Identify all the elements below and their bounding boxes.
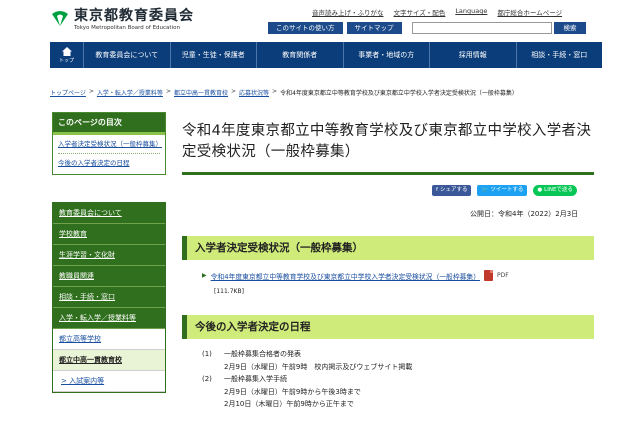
schedule-text: 一般枠募集入学手続: [224, 375, 287, 383]
title-underline: [182, 172, 594, 175]
page-title: 令和4年度東京都立中等教育学校及び東京都立中学校入学者決定受検状況（一般枠募集）: [182, 123, 592, 160]
site-header: 東京都教育委員会 Tokyo Metropolitan Board of Edu…: [0, 0, 640, 42]
nav-recruit[interactable]: 採用情報: [430, 42, 517, 68]
breadcrumb-link-applications[interactable]: 応募状況等: [239, 88, 269, 97]
sidebar-item-high-school[interactable]: 都立高等学校: [53, 329, 165, 350]
nav-home-label: トップ: [58, 57, 74, 64]
search-button[interactable]: 検索: [554, 22, 586, 34]
toplink-font-size[interactable]: 文字サイズ・配色: [394, 7, 446, 17]
home-icon: [61, 46, 72, 56]
section-heading-status: 入学者決定受検状況（一般枠募集）: [182, 236, 594, 260]
section-heading-schedule: 今後の入学者決定の日程: [182, 315, 594, 339]
page-toc: このページの目次 入学者決定受検状況（一般枠募集） 今後の入学者決定の日程: [52, 112, 166, 175]
site-logo[interactable]: 東京都教育委員会 Tokyo Metropolitan Board of Edu…: [50, 8, 194, 32]
nav-consult[interactable]: 相談・手続・窓口: [517, 42, 603, 68]
breadcrumb-separator: >: [230, 88, 237, 95]
twitter-icon: 🐦: [481, 187, 489, 193]
search-input[interactable]: [412, 22, 552, 34]
schedule-row: 2月10日（木曜日）午前9時から正午まで: [202, 398, 412, 411]
facebook-share-button[interactable]: f シェアする: [432, 185, 472, 196]
share-buttons: f シェアする 🐦 ツイートする ● LINEで送る: [432, 185, 577, 196]
twitter-share-button[interactable]: 🐦 ツイートする: [477, 185, 528, 196]
schedule-num: (1): [202, 350, 212, 358]
toplink-language[interactable]: Language: [455, 7, 487, 17]
schedule-text: 2月9日（水曜日）午前9時から午後3時まで: [224, 387, 361, 396]
schedule-text: 一般枠募集合格者の発表: [224, 350, 301, 358]
toplink-tocho[interactable]: 都庁総合ホームページ: [497, 7, 562, 17]
schedule-text: 2月10日（木曜日）午前9時から正午まで: [224, 400, 354, 408]
breadcrumb-current: 令和4年度東京都立中等教育学校及び東京都立中学校入学者決定受検状況（一般枠募集）: [280, 90, 518, 97]
sidebar-item-chuko-current[interactable]: 都立中高一貫教育校: [53, 350, 165, 371]
schedule-row: 2月9日（水曜日）午前9時 校内掲示及びウェブサイト掲載: [202, 361, 412, 374]
top-links: 音声読み上げ・ふりがな 文字サイズ・配色 Language 都庁総合ホームページ: [312, 7, 562, 17]
breadcrumb-link-admission[interactable]: 入学・転入学／授業料等: [97, 88, 163, 97]
toplink-voice[interactable]: 音声読み上げ・ふりがな: [312, 7, 384, 17]
sidebar-item-admission[interactable]: 入学・転入学／授業料等: [53, 308, 165, 329]
toc-divider: [58, 153, 160, 154]
nav-board[interactable]: 教育委員会について: [84, 42, 171, 68]
published-date: 公開日：令和4年（2022）2月3日: [470, 210, 579, 218]
breadcrumb-separator: >: [165, 88, 171, 95]
site-usage-button[interactable]: このサイトの使い方: [268, 22, 343, 34]
logo-subtitle: Tokyo Metropolitan Board of Education: [74, 25, 180, 31]
pdf-file-size: [111.7KB]: [214, 288, 244, 295]
line-share-button[interactable]: ● LINEで送る: [533, 185, 577, 196]
sidebar-item-exam-info[interactable]: > 入試案内等: [53, 371, 165, 392]
sidebar-menu: 教育委員会について 学校教育 生涯学習・文化財 教職員関連 相談・手続・窓口 入…: [52, 202, 166, 393]
facebook-icon: f: [436, 187, 438, 193]
nav-students[interactable]: 児童・生徒・保護者: [171, 42, 257, 68]
schedule-text: 2月9日（水曜日）午前9時 校内掲示及びウェブサイト掲載: [224, 362, 413, 371]
sidebar-item-consult[interactable]: 相談・手続・窓口: [53, 287, 165, 308]
breadcrumb-separator: >: [88, 88, 94, 95]
pdf-icon: [484, 270, 494, 281]
pdf-type-label: PDF: [497, 272, 509, 279]
breadcrumb: トップページ > 入学・転入学／授業料等 > 都立中高一貫教育校 > 応募状況等…: [50, 88, 518, 97]
schedule-row: (1) 一般枠募集合格者の発表: [202, 348, 412, 361]
line-icon: ●: [537, 187, 543, 193]
sidebar-item-staff[interactable]: 教職員関連: [53, 266, 165, 287]
sidebar-item-lifelong-learning[interactable]: 生涯学習・文化財: [53, 245, 165, 266]
logo-title: 東京都教育委員会: [74, 8, 194, 24]
sidebar-item-board[interactable]: 教育委員会について: [53, 203, 165, 224]
sitemap-button[interactable]: サイトマップ: [346, 22, 402, 34]
arrow-right-icon: ▶: [202, 272, 207, 279]
schedule-row: (2) 一般枠募集入学手続: [202, 373, 412, 386]
utility-buttons: このサイトの使い方 サイトマップ: [268, 22, 402, 34]
breadcrumb-separator: >: [272, 88, 278, 95]
toc-item-schedule[interactable]: 今後の入学者決定の日程: [58, 158, 160, 168]
toc-title: このページの目次: [53, 113, 165, 135]
nav-business[interactable]: 事業者・地域の方: [344, 42, 430, 68]
breadcrumb-link-top[interactable]: トップページ: [50, 88, 86, 97]
nav-home[interactable]: トップ: [50, 42, 84, 68]
toc-item-status[interactable]: 入学者決定受検状況（一般枠募集）: [58, 139, 162, 149]
schedule-list: (1) 一般枠募集合格者の発表 2月9日（水曜日）午前9時 校内掲示及びウェブサ…: [202, 348, 412, 411]
sidebar-item-school-education[interactable]: 学校教育: [53, 224, 165, 245]
nav-educators[interactable]: 教育関係者: [257, 42, 344, 68]
schedule-num: (2): [202, 375, 212, 383]
breadcrumb-link-chuko[interactable]: 都立中高一貫教育校: [174, 88, 228, 97]
pdf-file-link[interactable]: 令和4年度東京都立中等教育学校及び東京都立中学校入学者決定受検状況（一般枠募集）: [211, 271, 480, 281]
global-nav: トップ 教育委員会について 児童・生徒・保護者 教育関係者 事業者・地域の方 採…: [50, 42, 602, 68]
schedule-row: 2月9日（水曜日）午前9時から午後3時まで: [202, 386, 412, 399]
tokyo-ginkgo-logo-icon: [52, 11, 68, 26]
pdf-file-link-row: ▶ 令和4年度東京都立中等教育学校及び東京都立中学校入学者決定受検状況（一般枠募…: [202, 270, 509, 281]
